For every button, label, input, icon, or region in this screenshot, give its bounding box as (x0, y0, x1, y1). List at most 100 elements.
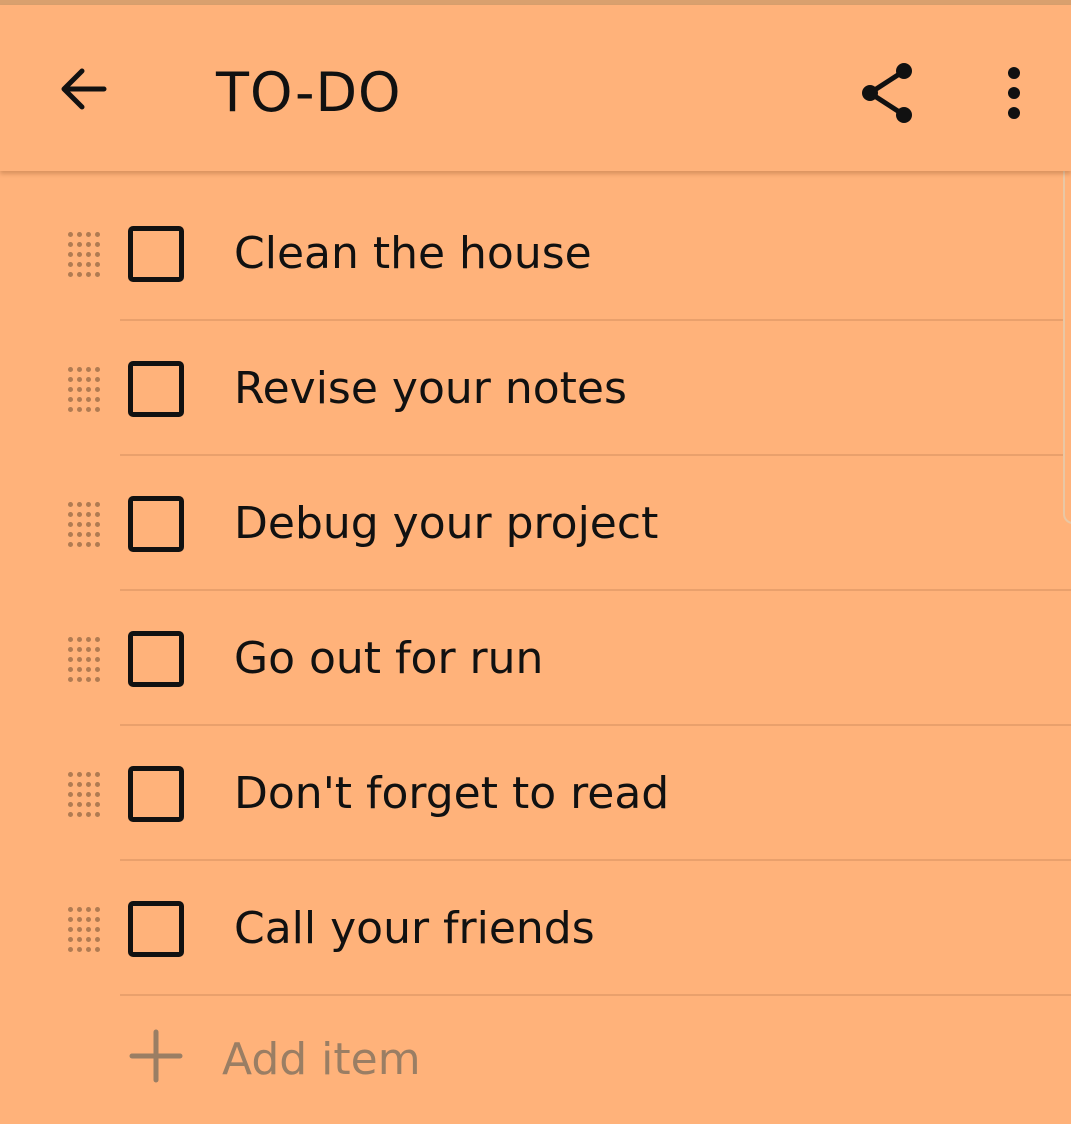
item-checkbox[interactable] (128, 361, 184, 417)
drag-dot (77, 532, 82, 537)
drag-dot (86, 637, 91, 642)
drag-dot (77, 367, 82, 372)
drag-dot (68, 272, 73, 277)
drag-handle-icon[interactable] (64, 635, 104, 682)
drag-dot (86, 272, 91, 277)
drag-dot (86, 377, 91, 382)
drag-dot (95, 657, 100, 662)
drag-dot (77, 502, 82, 507)
drag-dot (95, 637, 100, 642)
drag-dot (95, 242, 100, 247)
drag-handle-icon[interactable] (64, 230, 104, 277)
drag-dot (68, 782, 73, 787)
drag-dot (68, 542, 73, 547)
drag-dot (95, 812, 100, 817)
drag-dot (77, 242, 82, 247)
item-label[interactable]: Call your friends (234, 891, 595, 967)
item-checkbox[interactable] (128, 631, 184, 687)
drag-dot (68, 512, 73, 517)
drag-dot (86, 512, 91, 517)
drag-dot (95, 677, 100, 682)
drag-handle-icon[interactable] (64, 365, 104, 412)
add-item-input[interactable]: Add item (222, 1020, 421, 1100)
item-checkbox[interactable] (128, 901, 184, 957)
drag-dot (68, 667, 73, 672)
drag-dot (77, 512, 82, 517)
drag-dot (77, 272, 82, 277)
scroll-handle[interactable] (1063, 160, 1071, 524)
drag-dot (77, 907, 82, 912)
item-checkbox[interactable] (128, 496, 184, 552)
list-item: Don't forget to read (0, 726, 1071, 861)
drag-dot (77, 262, 82, 267)
drag-dot (68, 772, 73, 777)
item-checkbox[interactable] (128, 226, 184, 282)
drag-dot (95, 502, 100, 507)
drag-dot (68, 262, 73, 267)
drag-dot (68, 242, 73, 247)
drag-dot (86, 772, 91, 777)
drag-dot (95, 532, 100, 537)
drag-dot (68, 917, 73, 922)
drag-dot (77, 387, 82, 392)
drag-dot (68, 637, 73, 642)
drag-dot (95, 407, 100, 412)
drag-dot (86, 657, 91, 662)
drag-dot (77, 522, 82, 527)
drag-dot (68, 397, 73, 402)
drag-dot (95, 512, 100, 517)
drag-dot (95, 907, 100, 912)
plus-icon[interactable] (126, 1026, 186, 1086)
drag-dot (77, 917, 82, 922)
drag-dot (95, 367, 100, 372)
drag-dot (86, 522, 91, 527)
drag-dot (95, 252, 100, 257)
item-label[interactable]: Don't forget to read (234, 756, 669, 832)
more-options-button[interactable] (984, 57, 1044, 129)
drag-dot (95, 917, 100, 922)
drag-dot (77, 937, 82, 942)
drag-dot (86, 502, 91, 507)
drag-dot (95, 387, 100, 392)
back-button[interactable] (52, 57, 116, 121)
add-item-row[interactable]: Add item (0, 996, 1071, 1124)
page-title: TO-DO (216, 61, 402, 124)
drag-dot (68, 377, 73, 382)
drag-dot (68, 907, 73, 912)
drag-handle-icon[interactable] (64, 905, 104, 952)
drag-dot (77, 377, 82, 382)
drag-dot (77, 647, 82, 652)
drag-dot (77, 667, 82, 672)
item-label[interactable]: Clean the house (234, 216, 592, 292)
drag-dot (86, 802, 91, 807)
drag-dot (68, 407, 73, 412)
item-checkbox[interactable] (128, 766, 184, 822)
drag-dot (77, 772, 82, 777)
list-item: Clean the house (0, 186, 1071, 321)
drag-dot (68, 947, 73, 952)
item-label[interactable]: Debug your project (234, 486, 658, 562)
drag-dot (95, 947, 100, 952)
drag-handle-icon[interactable] (64, 770, 104, 817)
drag-dot (95, 772, 100, 777)
drag-dot (86, 647, 91, 652)
drag-dot (68, 937, 73, 942)
drag-dot (86, 667, 91, 672)
drag-dot (68, 927, 73, 932)
drag-handle-icon[interactable] (64, 500, 104, 547)
drag-dot (77, 252, 82, 257)
item-label[interactable]: Revise your notes (234, 351, 627, 427)
drag-dot (95, 522, 100, 527)
drag-dot (95, 542, 100, 547)
drag-dot (86, 782, 91, 787)
drag-dot (86, 937, 91, 942)
drag-dot (86, 907, 91, 912)
drag-dot (86, 242, 91, 247)
share-button[interactable] (852, 57, 924, 129)
item-label[interactable]: Go out for run (234, 621, 543, 697)
drag-dot (77, 407, 82, 412)
drag-dot (95, 272, 100, 277)
drag-dot (86, 262, 91, 267)
drag-dot (95, 262, 100, 267)
list-item: Call your friends (0, 861, 1071, 996)
